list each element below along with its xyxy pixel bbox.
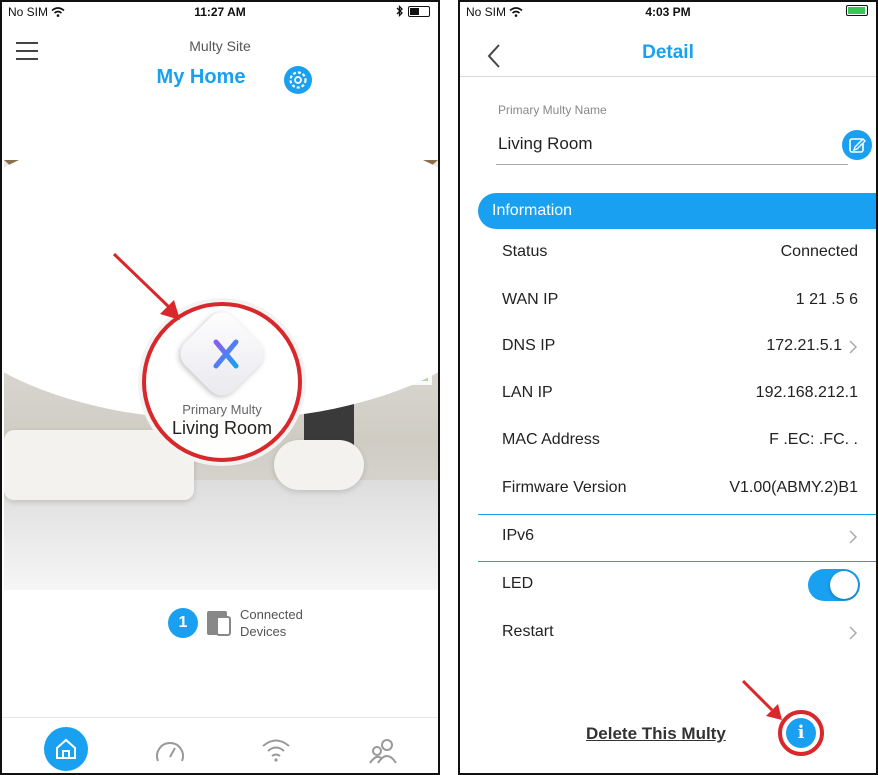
- info-label: Status: [502, 243, 548, 260]
- chevron-right-icon: [849, 530, 858, 544]
- zyxel-x-logo-icon: [213, 339, 239, 369]
- pointer-arrow: [112, 252, 180, 320]
- status-right: [846, 5, 868, 16]
- led-label: LED: [502, 575, 534, 592]
- users-icon: [369, 739, 397, 764]
- chevron-right-icon: [849, 340, 858, 354]
- delete-multy-link[interactable]: Delete This Multy: [586, 724, 726, 744]
- name-field-underline: [496, 164, 848, 165]
- info-label: DNS IP: [502, 337, 556, 354]
- info-label: Firmware Version: [502, 479, 627, 496]
- restart-row[interactable]: Restart: [502, 611, 860, 655]
- information-section-header: Information: [478, 193, 876, 229]
- info-row-mac-address: MAC Address F .EC: .FC. .: [502, 419, 860, 463]
- info-row-status: Status Connected: [502, 231, 860, 275]
- speedometer-icon: [156, 742, 184, 762]
- ottoman: [274, 440, 364, 490]
- ipv6-row[interactable]: IPv6: [502, 515, 860, 559]
- connected-label-line2: Devices: [240, 624, 287, 639]
- info-label: MAC Address: [502, 431, 600, 448]
- information-section-title: Information: [492, 202, 573, 219]
- info-value: 172.21.5.1: [766, 337, 842, 354]
- site-name[interactable]: My Home: [2, 66, 438, 89]
- clock: 4:03 PM: [645, 5, 691, 19]
- device-caption: Primary Multy: [182, 402, 262, 417]
- status-right: [396, 5, 430, 17]
- battery-icon: [408, 5, 430, 17]
- edit-name-button[interactable]: [842, 130, 872, 160]
- tab-users[interactable]: [354, 723, 414, 773]
- info-row-wan-ip: WAN IP 1 21 .5 6: [502, 279, 860, 323]
- connected-devices[interactable]: 1 Connected Devices: [168, 606, 303, 640]
- tab-home[interactable]: [36, 723, 96, 773]
- bluetooth-icon: [396, 5, 403, 17]
- connected-label-line1: Connected: [240, 607, 303, 622]
- battery-icon: [846, 5, 868, 16]
- wifi-icon: [262, 739, 290, 762]
- info-value: V1.00(ABMY.2)B1: [729, 479, 858, 496]
- led-toggle[interactable]: [808, 569, 860, 601]
- home-icon: [56, 738, 76, 759]
- site-settings-gear-icon[interactable]: [284, 66, 312, 94]
- edit-pencil-icon: [849, 138, 866, 153]
- pointer-arrow: [741, 679, 782, 720]
- chevron-right-icon: [849, 626, 858, 640]
- info-value: 192.168.212.1: [755, 384, 858, 401]
- connected-label: Connected Devices: [240, 606, 303, 640]
- sofa: [4, 430, 194, 500]
- section-divider: [478, 561, 876, 562]
- name-field-value[interactable]: Living Room: [498, 134, 593, 154]
- site-label: Multy Site: [189, 38, 251, 54]
- name-field-label: Primary Multy Name: [498, 103, 607, 117]
- site-name-text: My Home: [156, 66, 246, 88]
- status-bar: No SIM 4:03 PM: [460, 2, 876, 24]
- app-screen-home: No SIM 11:27 AM Multy Site My Home Prima…: [0, 0, 440, 775]
- primary-multy-node[interactable]: Primary Multy Living Room: [142, 302, 302, 462]
- bottom-tab-bar: [2, 717, 438, 773]
- page-title: Detail: [642, 42, 694, 63]
- info-label: WAN IP: [502, 291, 559, 308]
- tab-wifi[interactable]: [246, 723, 306, 773]
- info-icon: i: [786, 718, 816, 748]
- info-row-lan-ip: LAN IP 192.168.212.1: [502, 372, 860, 416]
- connected-count-badge: 1: [168, 608, 198, 638]
- device-name: Living Room: [171, 418, 273, 438]
- devices-icon: [207, 611, 231, 636]
- info-label: LAN IP: [502, 384, 553, 401]
- clock: 11:27 AM: [194, 5, 246, 19]
- restart-label: Restart: [502, 623, 554, 640]
- info-row-dns-ip[interactable]: DNS IP 172.21.5.1: [502, 325, 860, 369]
- info-value: Connected: [780, 243, 858, 260]
- app-screen-detail: No SIM 4:03 PM Detail Primary Multy Name…: [458, 0, 878, 775]
- led-row: LED: [502, 563, 860, 607]
- ipv6-label: IPv6: [502, 527, 535, 544]
- tab-speed[interactable]: [140, 723, 200, 773]
- toggle-knob: [830, 571, 858, 599]
- info-value: F .EC: .FC. .: [769, 431, 858, 448]
- info-value: 1 21 .5 6: [795, 291, 858, 308]
- info-row-firmware-version: Firmware Version V1.00(ABMY.2)B1: [502, 467, 860, 511]
- header-divider: [460, 76, 876, 77]
- status-bar: No SIM 11:27 AM: [2, 2, 438, 24]
